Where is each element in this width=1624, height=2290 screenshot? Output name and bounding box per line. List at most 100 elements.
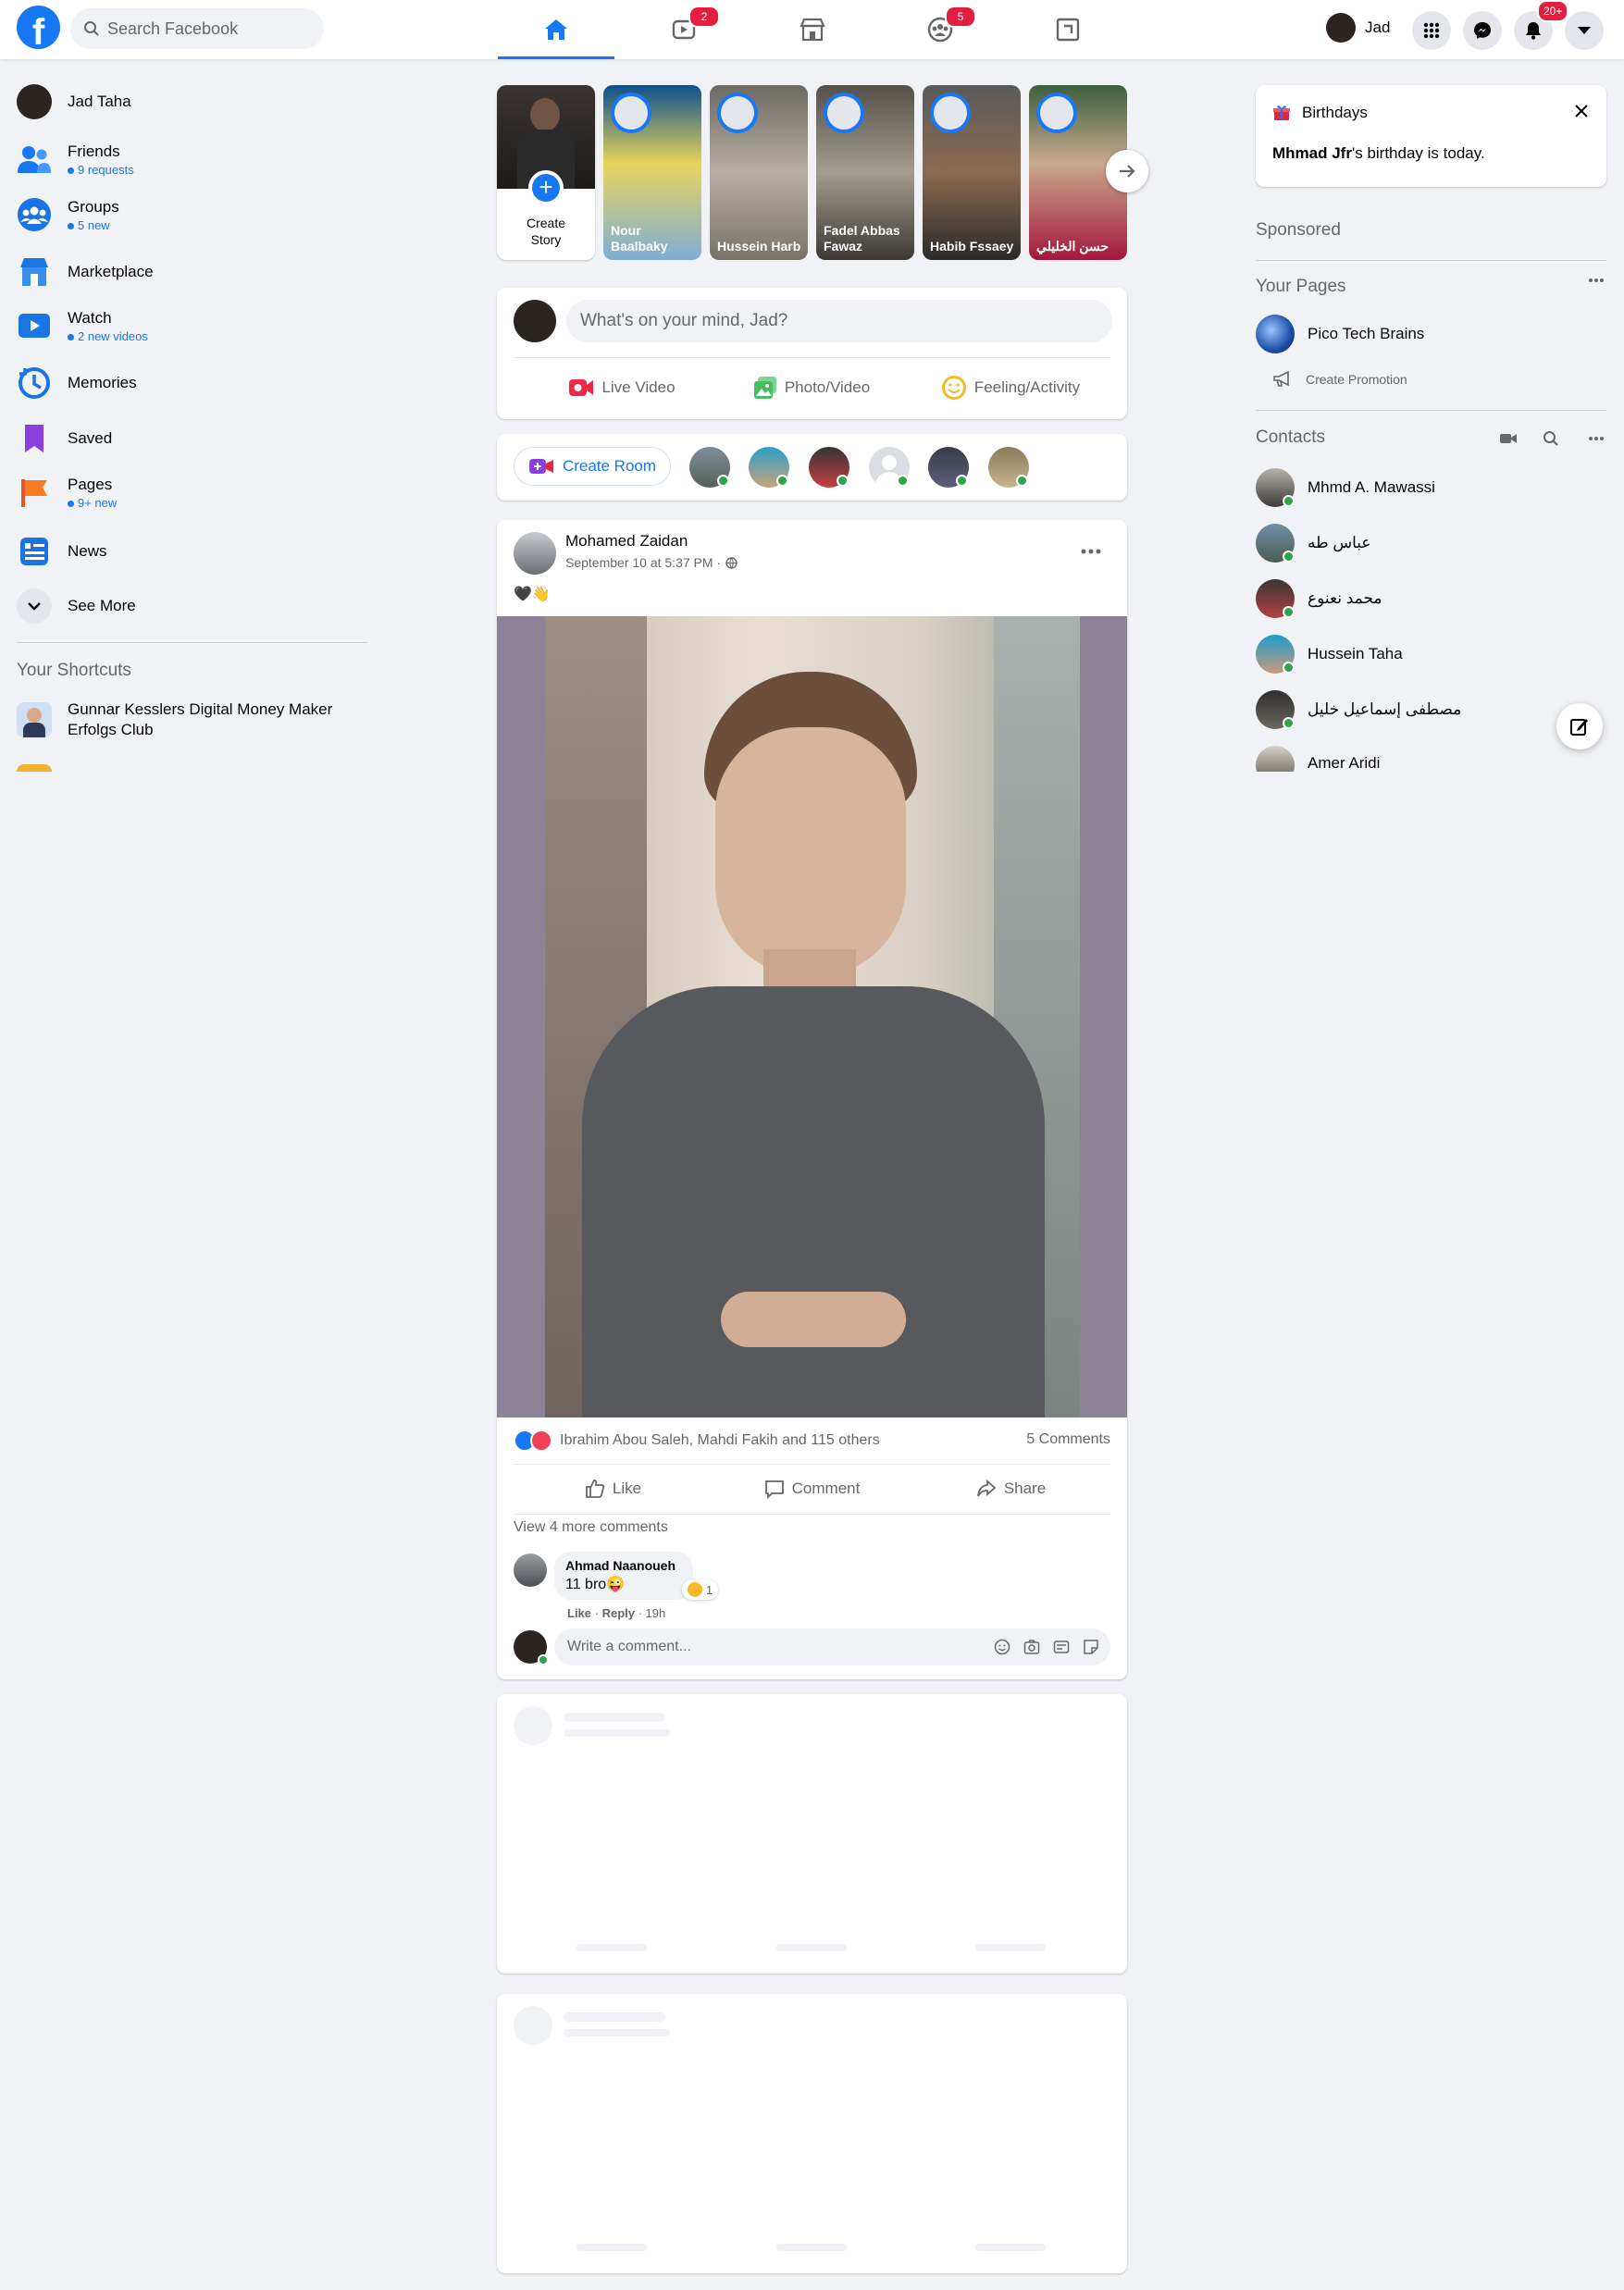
write-comment-placeholder: Write a comment... — [567, 1639, 691, 1654]
page-item[interactable]: Pico Tech Brains — [1256, 315, 1424, 353]
tab-groups[interactable]: 5 — [882, 0, 998, 59]
sidebar-item-pages[interactable]: Pages 9+ new — [17, 475, 368, 510]
chevron-down-icon — [17, 588, 52, 624]
comment-label: Comment — [791, 1479, 861, 1497]
like-button[interactable]: Like — [514, 1468, 713, 1509]
menu-button[interactable] — [1412, 11, 1451, 50]
camera-icon[interactable] — [1023, 1639, 1040, 1655]
post-author-avatar[interactable] — [514, 532, 556, 575]
watch-icon — [17, 308, 52, 343]
sidebar-item-marketplace[interactable]: Marketplace — [17, 254, 368, 290]
comment-bubble: Ahmad Naanoueh 11 bro😜 — [554, 1552, 693, 1600]
messenger-button[interactable] — [1463, 11, 1502, 50]
facebook-logo[interactable]: f — [17, 6, 60, 49]
story-card[interactable]: Nour Baalbaky — [603, 85, 701, 260]
caret-down-icon — [1578, 27, 1591, 34]
sidebar-item-friends[interactable]: Friends 9 requests — [17, 142, 368, 177]
sidebar-profile-name: Jad Taha — [68, 93, 131, 110]
sidebar-item-news[interactable]: News — [17, 534, 368, 569]
composer-input[interactable]: What's on your mind, Jad? — [566, 300, 1112, 342]
sidebar-item-memories[interactable]: Memories — [17, 365, 368, 401]
post-image[interactable] — [497, 616, 1127, 1417]
shortcut-label: Gunnar Kesslers Digital Money Maker Erfo… — [68, 700, 333, 738]
new-room-button[interactable] — [1499, 431, 1518, 446]
feeling-button[interactable]: Feeling/Activity — [909, 367, 1112, 408]
new-message-button[interactable] — [1556, 703, 1603, 749]
tab-marketplace[interactable] — [754, 0, 871, 59]
pages-options-button[interactable] — [1588, 278, 1605, 283]
skeleton-line — [564, 2012, 665, 2022]
story-card[interactable]: Habib Fssaey — [923, 85, 1021, 260]
live-video-button[interactable]: Live Video — [529, 367, 714, 408]
contact-item[interactable]: محمد نعنوع — [1256, 579, 1382, 618]
contact-item[interactable]: Mhmd A. Mawassi — [1256, 468, 1435, 507]
tab-home[interactable] — [498, 0, 614, 59]
stories-next-button[interactable] — [1106, 150, 1148, 192]
contacts-search-button[interactable] — [1543, 430, 1559, 447]
photo-video-button[interactable]: Photo/Video — [719, 367, 904, 408]
write-comment-input[interactable]: Write a comment... — [554, 1628, 1110, 1665]
sidebar-item-saved[interactable]: Saved — [17, 421, 368, 456]
clock-icon — [17, 365, 52, 401]
notifications-button[interactable]: 20+ — [1514, 0, 1569, 50]
close-icon — [1575, 105, 1588, 118]
story-name: Hussein Harb — [717, 239, 801, 254]
create-story-card[interactable]: + Create Story — [497, 85, 595, 260]
comment-reaction[interactable]: 1 — [682, 1579, 719, 1600]
create-room-button[interactable]: Create Room — [514, 447, 671, 486]
search-input[interactable]: Search Facebook — [70, 8, 324, 49]
sidebar-item-groups[interactable]: Groups 5 new — [17, 197, 368, 232]
gif-icon[interactable] — [1053, 1639, 1070, 1655]
comment-text: 11 bro😜 — [565, 1577, 626, 1592]
marketplace-icon — [17, 254, 52, 290]
shortcuts-title: Your Shortcuts — [17, 661, 131, 680]
emoji-icon[interactable] — [994, 1639, 1010, 1655]
reactions-text: Ibrahim Abou Saleh, Mahdi Fakih and 115 … — [560, 1432, 880, 1448]
story-avatar — [1036, 93, 1077, 133]
online-indicator — [1016, 475, 1028, 487]
haha-reaction-icon — [688, 1582, 702, 1597]
sidebar-profile[interactable]: Jad Taha — [17, 84, 368, 119]
sidebar-item-watch[interactable]: Watch 2 new videos — [17, 308, 368, 343]
create-promotion-link[interactable]: Create Promotion — [1272, 371, 1407, 388]
tab-gaming[interactable] — [1010, 0, 1126, 59]
loading-post-placeholder — [497, 1694, 1127, 1974]
contact-item[interactable]: Amer Aridi — [1256, 746, 1380, 772]
contact-item[interactable]: عباس طه — [1256, 524, 1371, 563]
composer-divider — [514, 357, 1110, 358]
post-time[interactable]: September 10 at 5:37 PM · — [565, 555, 721, 570]
post-options-button[interactable] — [1074, 535, 1108, 568]
loading-post-placeholder — [497, 1994, 1127, 2273]
profile-button[interactable]: Jad — [1326, 13, 1390, 43]
comments-count[interactable]: 5 Comments — [1026, 1431, 1110, 1448]
share-button[interactable]: Share — [911, 1468, 1110, 1509]
video-camera-icon — [1500, 434, 1517, 443]
birthday-name[interactable]: Mhmad Jfr — [1272, 144, 1352, 162]
contacts-options-button[interactable] — [1588, 436, 1605, 441]
tab-watch[interactable]: 2 — [626, 0, 742, 59]
shortcut-item[interactable]: Gunnar Kesslers Digital Money Maker Erfo… — [17, 699, 368, 740]
comment-like-link[interactable]: Like — [567, 1606, 591, 1620]
messenger-icon — [1474, 22, 1491, 39]
comment-reply-link[interactable]: Reply — [602, 1606, 635, 1620]
comment-author-avatar[interactable] — [514, 1553, 547, 1587]
sticker-icon[interactable] — [1083, 1639, 1099, 1655]
thumbs-up-icon — [586, 1479, 605, 1498]
globe-icon — [725, 556, 738, 569]
see-more-button[interactable]: See More — [17, 588, 368, 624]
post-author[interactable]: Mohamed Zaidan — [565, 532, 688, 551]
story-card[interactable]: Hussein Harb — [710, 85, 808, 260]
close-button[interactable] — [1574, 104, 1593, 122]
news-icon — [17, 534, 52, 569]
post-divider — [514, 1514, 1110, 1515]
account-button[interactable] — [1565, 11, 1604, 50]
reactions-summary[interactable]: Ibrahim Abou Saleh, Mahdi Fakih and 115 … — [514, 1430, 880, 1452]
view-more-comments[interactable]: View 4 more comments — [514, 1519, 668, 1536]
contact-item[interactable]: مصطفى إسماعيل خليل — [1256, 690, 1461, 729]
contact-item[interactable]: Hussein Taha — [1256, 635, 1403, 674]
comment-button[interactable]: Comment — [713, 1468, 911, 1509]
share-label: Share — [1003, 1479, 1047, 1497]
skeleton-line — [564, 2029, 670, 2036]
comment-author[interactable]: Ahmad Naanoueh — [565, 1558, 682, 1573]
story-card[interactable]: Fadel Abbas Fawaz — [816, 85, 914, 260]
